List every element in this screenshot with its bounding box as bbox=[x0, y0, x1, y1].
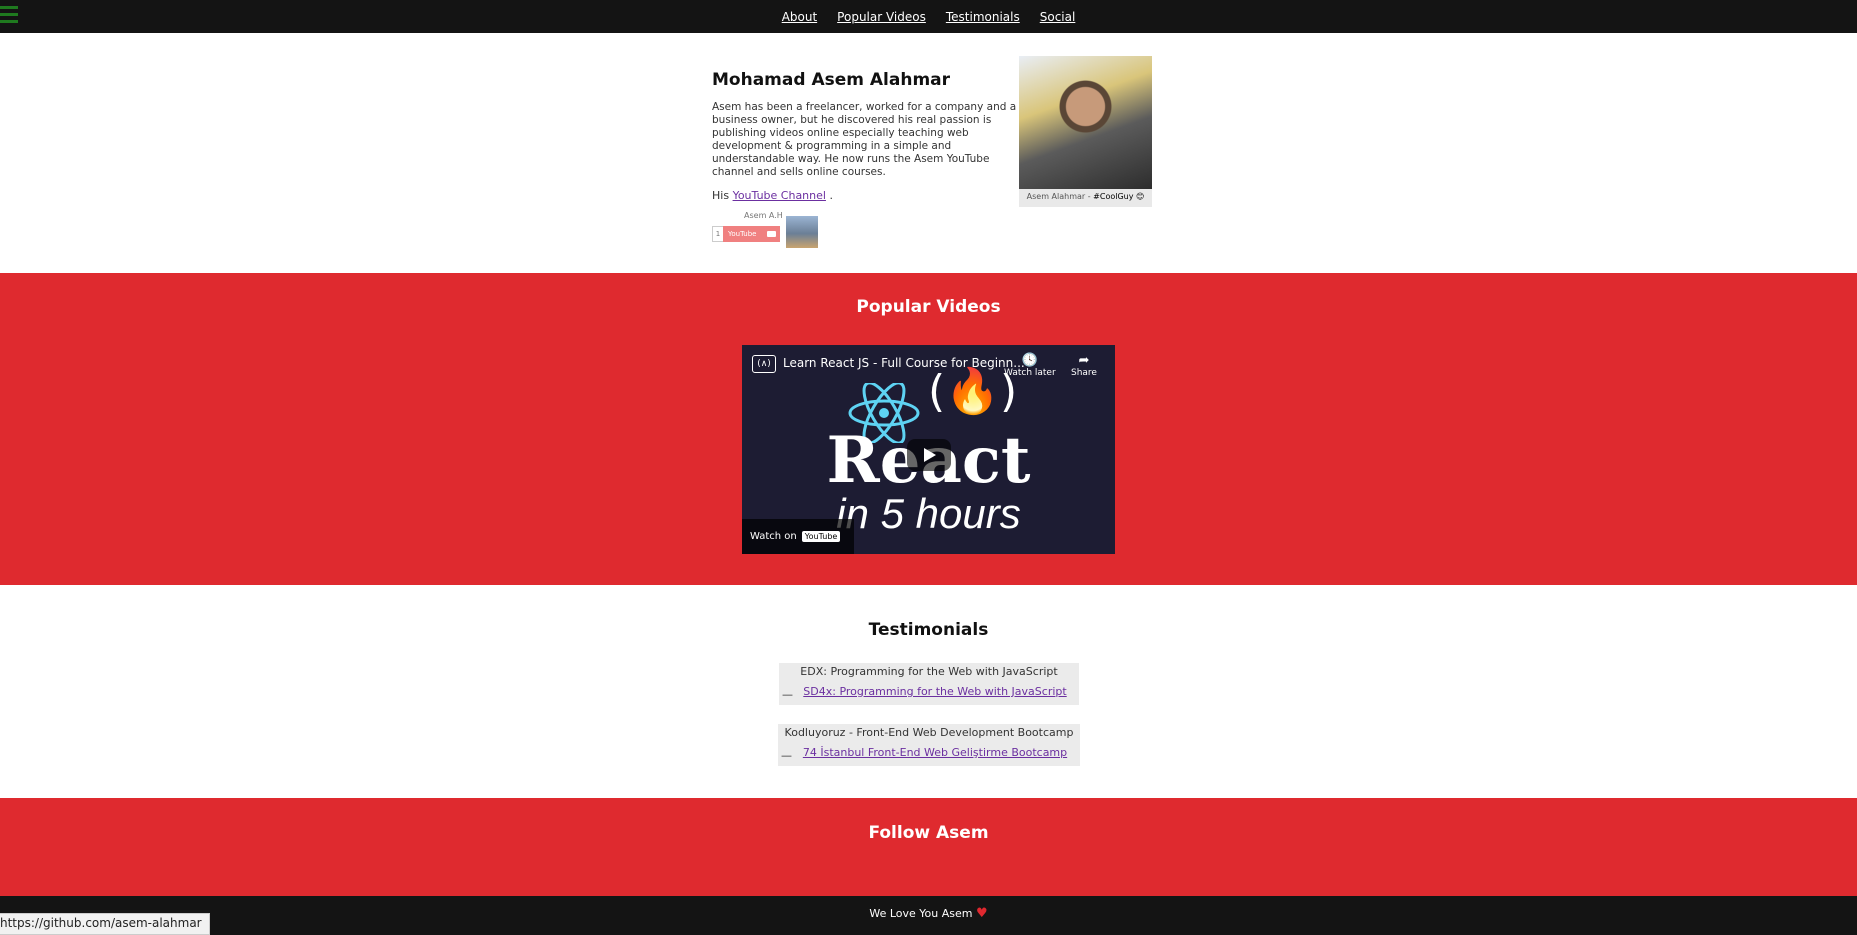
testimonials-section: Testimonials EDX: Programming for the We… bbox=[0, 585, 1857, 798]
nav-link-social[interactable]: Social bbox=[1040, 10, 1076, 24]
youtube-channel-link[interactable]: YouTube Channel bbox=[733, 189, 826, 202]
top-navbar: About Popular Videos Testimonials Social bbox=[0, 0, 1857, 33]
freecodecamp-logo-icon: (🔥) bbox=[928, 366, 1018, 417]
channel-avatar[interactable] bbox=[786, 216, 818, 248]
profile-figure: Asem Alahmar - #CoolGuy 😊 bbox=[1019, 56, 1152, 207]
share-button[interactable]: ➦ Share bbox=[1071, 353, 1097, 378]
heart-icon: ♥ bbox=[975, 906, 988, 921]
testimonials-title: Testimonials bbox=[868, 620, 989, 640]
nav-link-popular-videos[interactable]: Popular Videos bbox=[837, 10, 926, 24]
youtube-prefix: His bbox=[712, 189, 730, 202]
youtube-subscribe-button[interactable]: YouTube bbox=[723, 226, 780, 242]
nav-link-testimonials[interactable]: Testimonials bbox=[946, 10, 1020, 24]
subscribe-channel-name: Asem A.H bbox=[744, 211, 783, 220]
follow-section: Follow Asem bbox=[0, 798, 1857, 896]
youtube-logo-icon: YouTube bbox=[801, 531, 841, 542]
share-icon: ➦ bbox=[1078, 353, 1090, 368]
youtube-channel-line: His YouTube Channel . bbox=[712, 189, 833, 202]
caption-tag: #CoolGuy 😊 bbox=[1093, 192, 1145, 201]
testimonial-dash: — bbox=[781, 749, 792, 762]
browser-status-url: https://github.com/asem-alahmar bbox=[0, 913, 210, 935]
follow-title: Follow Asem bbox=[868, 823, 989, 843]
popular-videos-title: Popular Videos bbox=[856, 297, 1001, 317]
footer-text: We Love You Asem bbox=[869, 907, 973, 920]
play-icon bbox=[767, 231, 776, 237]
channel-logo-icon[interactable]: (∧) bbox=[752, 355, 776, 373]
caption-name: Asem Alahmar - bbox=[1026, 192, 1094, 201]
popular-videos-section: Popular Videos (∧) Learn React JS - Full… bbox=[0, 273, 1857, 585]
watch-on-youtube-button[interactable]: Watch on YouTube bbox=[742, 519, 854, 554]
profile-photo bbox=[1019, 56, 1152, 189]
testimonial-source-link[interactable]: 74 İstanbul Front-End Web Geliştirme Boo… bbox=[803, 746, 1067, 759]
watch-on-label: Watch on bbox=[750, 531, 797, 542]
subscribe-button-label: YouTube bbox=[728, 230, 757, 238]
profile-caption: Asem Alahmar - #CoolGuy 😊 bbox=[1019, 192, 1152, 201]
play-button-icon[interactable] bbox=[907, 439, 951, 471]
youtube-subscribe-widget: Asem A.H 1 YouTube bbox=[712, 211, 822, 251]
footer: We Love You Asem ♥ bbox=[0, 896, 1857, 935]
about-bio: Asem has been a freelancer, worked for a… bbox=[712, 101, 1017, 178]
youtube-video-embed[interactable]: (∧) Learn React JS - Full Course for Beg… bbox=[742, 345, 1115, 554]
testimonial-quote: Kodluyoruz - Front-End Web Development B… bbox=[784, 726, 1074, 739]
testimonial-source-link[interactable]: SD4x: Programming for the Web with JavaS… bbox=[803, 685, 1066, 698]
nav-links: About Popular Videos Testimonials Social bbox=[0, 0, 1857, 33]
testimonial-card: EDX: Programming for the Web with JavaSc… bbox=[779, 663, 1079, 705]
testimonial-dash: — bbox=[782, 688, 793, 701]
testimonial-card: Kodluyoruz - Front-End Web Development B… bbox=[778, 724, 1080, 766]
share-label: Share bbox=[1071, 368, 1097, 378]
youtube-suffix: . bbox=[829, 189, 833, 202]
nav-link-about[interactable]: About bbox=[782, 10, 817, 24]
testimonial-quote: EDX: Programming for the Web with JavaSc… bbox=[800, 665, 1058, 678]
